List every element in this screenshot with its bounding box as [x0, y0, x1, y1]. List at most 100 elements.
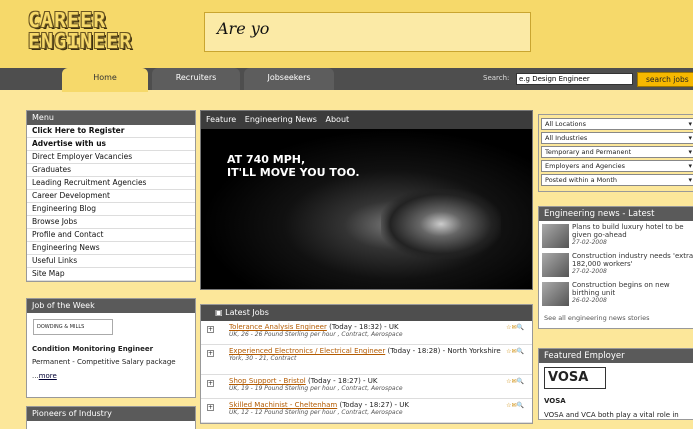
job-row: + Tolerance Analysis Engineer (Today - 1… — [201, 321, 532, 345]
news-item[interactable]: Construction begins on new birthing unit… — [539, 279, 693, 308]
job-row: + Skilled Machinist - Cheltenham (Today … — [201, 399, 532, 423]
tab-home[interactable]: Home — [62, 68, 148, 92]
banner-ad[interactable]: Are yo — [204, 12, 531, 52]
job-link[interactable]: Shop Support - Bristol — [229, 377, 306, 385]
jet-image — [381, 189, 501, 259]
menu-item-sitemap[interactable]: Site Map — [27, 268, 195, 281]
news-title: Engineering news - Latest — [539, 207, 693, 221]
expand-icon[interactable]: + — [207, 326, 214, 333]
ad-line2: IT'LL MOVE YOU TOO. — [227, 166, 360, 179]
news-headline[interactable]: Construction begins on new birthing unit — [572, 281, 693, 297]
logo-line1: CAREER — [28, 8, 107, 32]
job-row: + Shop Support - Bristol (Today - 18:27)… — [201, 375, 532, 399]
tab-engineering-news[interactable]: Engineering News — [245, 115, 317, 124]
tab-jobseekers[interactable]: Jobseekers — [244, 68, 334, 90]
news-thumbnail — [542, 282, 569, 306]
menu-box: Menu Click Here to Register Advertise wi… — [26, 110, 196, 282]
job-line: Shop Support - Bristol (Today - 18:27) -… — [229, 377, 532, 385]
job-detail: UK, 19 - 19 Pound Sterling per hour , Co… — [229, 385, 403, 392]
menu-item-blog[interactable]: Engineering Blog — [27, 203, 195, 216]
job-meta: (Today - 18:28) - North Yorkshire — [387, 347, 501, 355]
feature-box: Feature Engineering News About AT 740 MP… — [200, 110, 533, 290]
menu-title: Menu — [27, 111, 195, 125]
search-input[interactable] — [516, 73, 633, 85]
menu-item-browse[interactable]: Browse Jobs — [27, 216, 195, 229]
more-link[interactable]: more — [39, 372, 57, 380]
menu-item-direct-employer[interactable]: Direct Employer Vacancies — [27, 151, 195, 164]
job-meta: (Today - 18:27) - UK — [339, 401, 410, 409]
menu-item-agencies[interactable]: Leading Recruitment Agencies — [27, 177, 195, 190]
job-line: Experienced Electronics / Electrical Eng… — [229, 347, 532, 355]
menu-item-career[interactable]: Career Development — [27, 190, 195, 203]
news-headline[interactable]: Construction industry needs 'extra 182,0… — [572, 252, 693, 268]
job-link[interactable]: Tolerance Analysis Engineer — [229, 323, 327, 331]
news-item[interactable]: Construction industry needs 'extra 182,0… — [539, 250, 693, 279]
site-logo[interactable]: CAREER ENGINEER — [28, 10, 188, 54]
job-detail: UK, 26 - 26 Pound Sterling per hour , Co… — [229, 331, 403, 338]
news-item[interactable]: Plans to build luxury hotel to be given … — [539, 221, 693, 250]
featured-employer-box: Featured Employer VOSA VOSA VOSA and VCA… — [538, 348, 693, 420]
expand-icon[interactable]: + — [207, 380, 214, 387]
vosa-logo[interactable]: VOSA — [544, 367, 606, 389]
job-of-week-title: Job of the Week — [27, 299, 195, 313]
see-all-news-link[interactable]: See all engineering news stories — [539, 308, 693, 328]
menu-item-news[interactable]: Engineering News — [27, 242, 195, 255]
banner-text: Are yo — [217, 19, 270, 38]
news-box: Engineering news - Latest Plans to build… — [538, 206, 693, 329]
job-link[interactable]: Experienced Electronics / Electrical Eng… — [229, 347, 385, 355]
filter-box: All Locations All Industries Temporary a… — [538, 114, 693, 192]
ad-text: AT 740 MPH, IT'LL MOVE YOU TOO. — [227, 153, 360, 179]
job-action-icons[interactable]: ☆✉🔍 — [506, 324, 524, 331]
news-date: 26-02-2008 — [572, 297, 607, 304]
latest-jobs-label: Latest Jobs — [225, 308, 269, 317]
job-action-icons[interactable]: ☆✉🔍 — [506, 348, 524, 355]
job-detail: York, 30 - 21, Contract — [229, 355, 297, 362]
job-action-icons[interactable]: ☆✉🔍 — [506, 402, 524, 409]
tab-feature[interactable]: Feature — [206, 115, 236, 124]
news-date: 27-02-2008 — [572, 268, 607, 275]
news-headline[interactable]: Plans to build luxury hotel to be given … — [572, 223, 693, 239]
job-action-icons[interactable]: ☆✉🔍 — [506, 378, 524, 385]
feature-tabs: Feature Engineering News About — [201, 111, 532, 129]
employer-type-select[interactable]: Employers and Agencies — [541, 160, 693, 172]
employer-name: VOSA — [544, 397, 566, 405]
menu-item-profile[interactable]: Profile and Contact — [27, 229, 195, 242]
news-thumbnail — [542, 253, 569, 277]
menu-item-links[interactable]: Useful Links — [27, 255, 195, 268]
pioneers-title: Pioneers of Industry — [27, 407, 195, 421]
expand-icon[interactable]: + — [207, 404, 214, 411]
job-of-week-more: ...more — [27, 366, 195, 380]
feature-ad-image[interactable]: AT 740 MPH, IT'LL MOVE YOU TOO. — [201, 129, 532, 289]
logo-line2: ENGINEER — [28, 29, 133, 53]
job-row: + Experienced Electronics / Electrical E… — [201, 345, 532, 375]
list-icon: ▣ — [215, 308, 226, 317]
job-meta: (Today - 18:32) - UK — [329, 323, 399, 331]
location-select[interactable]: All Locations — [541, 118, 693, 130]
search-button[interactable]: search jobs — [637, 72, 693, 87]
job-detail: UK, 12 - 12 Pound Sterling per hour , Co… — [229, 409, 403, 416]
search-label: Search: — [483, 74, 510, 82]
job-type-select[interactable]: Temporary and Permanent — [541, 146, 693, 158]
latest-jobs-title: ▣ Latest Jobs — [201, 305, 532, 321]
pioneers-box: Pioneers of Industry — [26, 406, 196, 429]
job-link[interactable]: Skilled Machinist - Cheltenham — [229, 401, 337, 409]
job-of-week-job-title[interactable]: Condition Monitoring Engineer — [27, 335, 195, 353]
tab-about[interactable]: About — [326, 115, 350, 124]
posted-select[interactable]: Posted within a Month — [541, 174, 693, 186]
job-line: Tolerance Analysis Engineer (Today - 18:… — [229, 323, 532, 331]
menu-item-register[interactable]: Click Here to Register — [27, 125, 195, 138]
latest-jobs-box: ▣ Latest Jobs + Tolerance Analysis Engin… — [200, 304, 533, 424]
job-meta: (Today - 18:27) - UK — [307, 377, 378, 385]
ad-line1: AT 740 MPH, — [227, 153, 306, 166]
job-of-week-desc: Permanent - Competitive Salary package — [32, 358, 176, 366]
employer-logo[interactable]: DOWDING & MILLS — [33, 319, 113, 335]
job-line: Skilled Machinist - Cheltenham (Today - … — [229, 401, 532, 409]
menu-item-graduates[interactable]: Graduates — [27, 164, 195, 177]
featured-employer-title: Featured Employer — [539, 349, 693, 363]
tab-recruiters[interactable]: Recruiters — [152, 68, 240, 90]
more-prefix: ... — [32, 372, 39, 380]
news-thumbnail — [542, 224, 569, 248]
industry-select[interactable]: All Industries — [541, 132, 693, 144]
menu-item-advertise[interactable]: Advertise with us — [27, 138, 195, 151]
expand-icon[interactable]: + — [207, 350, 214, 357]
